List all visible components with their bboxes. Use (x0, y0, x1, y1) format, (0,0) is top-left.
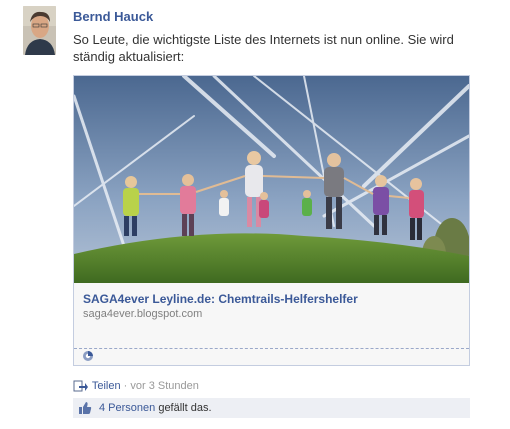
avatar-photo (23, 6, 56, 55)
attachment-photo[interactable] (74, 76, 469, 283)
author-name-link[interactable]: Bernd Hauck (73, 9, 153, 24)
children-ring-photo (74, 76, 469, 283)
likes-suffix: gefällt das. (155, 402, 212, 414)
attachment-domain: saga4ever.blogspot.com (83, 308, 203, 320)
post-timestamp[interactable]: vor 3 Stunden (130, 380, 199, 392)
post-actions: Teilen · vor 3 Stunden (73, 378, 199, 394)
likes-bar: 4 Personen gefällt das. (73, 398, 470, 418)
loading-icon (83, 351, 93, 361)
attachment-title-link[interactable]: SAGA4ever Leyline.de: Chemtrails-Helfers… (83, 292, 358, 306)
link-attachment: SAGA4ever Leyline.de: Chemtrails-Helfers… (73, 75, 470, 366)
action-separator: · (120, 380, 131, 392)
likes-count-link[interactable]: 4 Personen (99, 402, 155, 414)
author-avatar[interactable] (23, 6, 56, 55)
share-icon[interactable] (73, 378, 89, 392)
share-link[interactable]: Teilen (92, 380, 121, 392)
post-message: So Leute, die wichtigste Liste des Inter… (73, 32, 454, 64)
thumbs-up-icon (79, 402, 92, 414)
